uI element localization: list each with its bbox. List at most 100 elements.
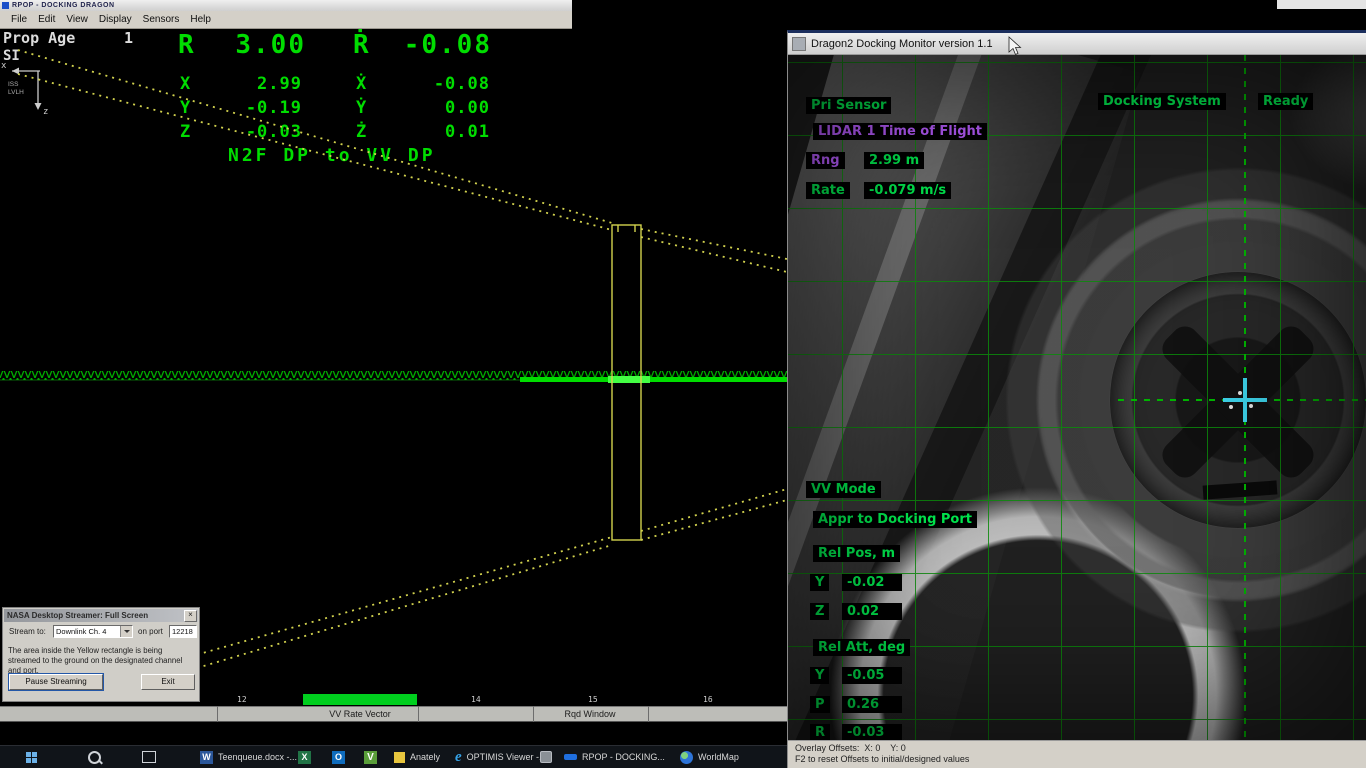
menu-view[interactable]: View xyxy=(66,14,88,25)
close-icon[interactable]: × xyxy=(184,610,197,622)
menu-edit[interactable]: Edit xyxy=(38,14,55,25)
rpop-menubar: File Edit View Display Sensors Help xyxy=(0,11,572,29)
overlay-offsets-status: Overlay Offsets: X: 0 Y: 0 xyxy=(795,743,906,753)
docking-monitor-statusbar: Overlay Offsets: X: 0 Y: 0 F2 to reset O… xyxy=(788,740,1366,768)
rbar-bright-segment xyxy=(608,376,650,383)
prop-age-label: Prop Age xyxy=(3,29,76,47)
taskbar-item-label: Anately xyxy=(410,752,441,762)
z-pos-label: Z xyxy=(180,122,192,142)
rel-pos-y-value: -0.02 xyxy=(842,574,902,591)
range-rate-label: Ṙ xyxy=(353,30,371,60)
streamer-dialog-title: NASA Desktop Streamer: Full Screen xyxy=(7,611,149,620)
rbar-ticks xyxy=(0,371,787,380)
rel-att-r-label: R xyxy=(810,724,831,740)
x-rate-label: Ẋ xyxy=(356,74,368,94)
exit-button[interactable]: Exit xyxy=(141,674,195,690)
mouse-cursor xyxy=(1008,36,1022,56)
taskbar-item-v-app[interactable]: V xyxy=(364,746,377,768)
vv-mode-label: VV Mode xyxy=(806,481,881,498)
range-label: R xyxy=(178,30,196,60)
timeline-divider xyxy=(648,706,649,722)
menu-help[interactable]: Help xyxy=(190,14,211,25)
rel-att-p-value: 0.26 xyxy=(842,696,902,713)
streamer-dialog-titlebar[interactable]: NASA Desktop Streamer: Full Screen xyxy=(4,609,198,622)
background-window-edge xyxy=(1277,0,1366,9)
taskbar-search-button[interactable] xyxy=(88,746,101,768)
taskbar-item-rpop[interactable]: RPOP - DOCKING... xyxy=(564,746,665,768)
z-rate-value: 0.01 xyxy=(445,122,490,142)
taskbar-item-excel[interactable]: X xyxy=(298,746,311,768)
rel-att-header: Rel Att, deg xyxy=(813,639,911,656)
taskbar-item-optimis-viewer[interactable]: e OPTIMIS Viewer -... xyxy=(455,746,547,768)
timeline-label-vv-rate-vector: VV Rate Vector xyxy=(329,709,391,719)
timeline-tick-12: 12 xyxy=(237,695,247,704)
task-view-button[interactable] xyxy=(142,746,156,768)
x-pos-label: X xyxy=(180,74,192,94)
timeline-highlight-bar xyxy=(303,694,417,705)
menu-file[interactable]: File xyxy=(11,14,27,25)
target-dot xyxy=(1238,391,1242,395)
taskbar-item-worldmap[interactable]: WorldMap xyxy=(680,746,739,768)
axis-indicator: x ISS LVLH z xyxy=(1,61,48,116)
docking-camera-view: Pri Sensor LIDAR 1 Time of Flight Rng 2.… xyxy=(788,55,1366,740)
timeline-tick-14: 14 xyxy=(471,695,481,704)
range-value: 3.00 xyxy=(235,30,306,60)
streamer-dialog: NASA Desktop Streamer: Full Screen × Str… xyxy=(2,607,200,702)
start-button[interactable] xyxy=(26,746,37,768)
z-rate-label: Ż xyxy=(356,122,368,142)
prop-age: Prop Age 1 xyxy=(3,29,133,47)
menu-display[interactable]: Display xyxy=(99,14,132,25)
y-pos-label: Y xyxy=(180,98,192,118)
taskbar-item-outlook[interactable]: O xyxy=(332,746,345,768)
rpop-taskbar-icon xyxy=(564,754,577,760)
taskbar-item-generic-app[interactable] xyxy=(540,746,552,768)
corridor-line-bottom-b xyxy=(169,544,613,677)
word-icon: W xyxy=(200,750,213,764)
corridor-line-bottom-a xyxy=(149,536,613,669)
axis-x-arrow-icon xyxy=(12,67,19,75)
target-dot xyxy=(1249,404,1253,408)
internet-explorer-icon: e xyxy=(455,748,462,765)
rel-att-p-label: P xyxy=(810,696,830,713)
corridor-line-top-b-ext xyxy=(640,236,787,273)
menu-sensors[interactable]: Sensors xyxy=(143,14,180,25)
taskbar-item-notes[interactable]: Anately xyxy=(394,746,440,768)
rpop-app-icon xyxy=(2,2,9,9)
excel-icon: X xyxy=(298,750,311,764)
approach-mode-label: Appr to Docking Port xyxy=(813,511,977,528)
svg-text:LVLH: LVLH xyxy=(8,89,24,96)
corridor-line-top-a-ext xyxy=(640,228,787,260)
rpop-titlebar[interactable]: RPOP - DOCKING DRAGON xyxy=(0,0,572,11)
y-axis-row: Y -0.19 Ẏ 0.00 xyxy=(180,98,500,118)
prop-age-value: 1 xyxy=(124,29,134,47)
timeline-band xyxy=(0,706,787,722)
outlook-icon: O xyxy=(332,750,345,764)
note-icon xyxy=(394,751,405,763)
rbar-solid-segment xyxy=(520,377,787,382)
docking-monitor-app-icon xyxy=(792,36,806,51)
on-port-label: on port xyxy=(138,627,163,636)
taskbar-item-word-document[interactable]: W Teenqueue.docx -... xyxy=(200,746,297,768)
taskbar-item-label: WorldMap xyxy=(698,752,739,762)
globe-icon xyxy=(680,750,693,764)
docking-monitor-title: Dragon2 Docking Monitor version 1.1 xyxy=(811,37,993,50)
port-input[interactable]: 12218 xyxy=(169,625,197,638)
channel-select[interactable]: Downlink Ch. 4 xyxy=(53,625,133,638)
docking-monitor-titlebar[interactable]: Dragon2 Docking Monitor version 1.1 xyxy=(788,33,1366,55)
chevron-down-icon[interactable] xyxy=(120,626,132,637)
timeline-divider xyxy=(217,706,218,722)
timeline-tick-16: 16 xyxy=(703,695,713,704)
generic-app-icon xyxy=(540,751,552,763)
docking-target-box xyxy=(611,224,642,541)
stream-to-label: Stream to: xyxy=(9,627,46,636)
frame-caption: N2F DP to VV DP xyxy=(228,145,436,166)
pause-streaming-button[interactable]: Pause Streaming xyxy=(8,673,104,691)
rel-pos-z-label: Z xyxy=(810,603,830,620)
y-rate-value: 0.00 xyxy=(445,98,490,118)
timeline-label-rqd-window: Rqd Window xyxy=(564,709,616,719)
windows-logo-icon xyxy=(26,751,37,763)
range-row: R 3.00 Ṙ -0.08 xyxy=(178,30,508,60)
z-pos-value: -0.03 xyxy=(245,122,302,142)
taskbar-item-label: RPOP - DOCKING... xyxy=(582,752,665,762)
x-rate-value: -0.08 xyxy=(433,74,490,94)
